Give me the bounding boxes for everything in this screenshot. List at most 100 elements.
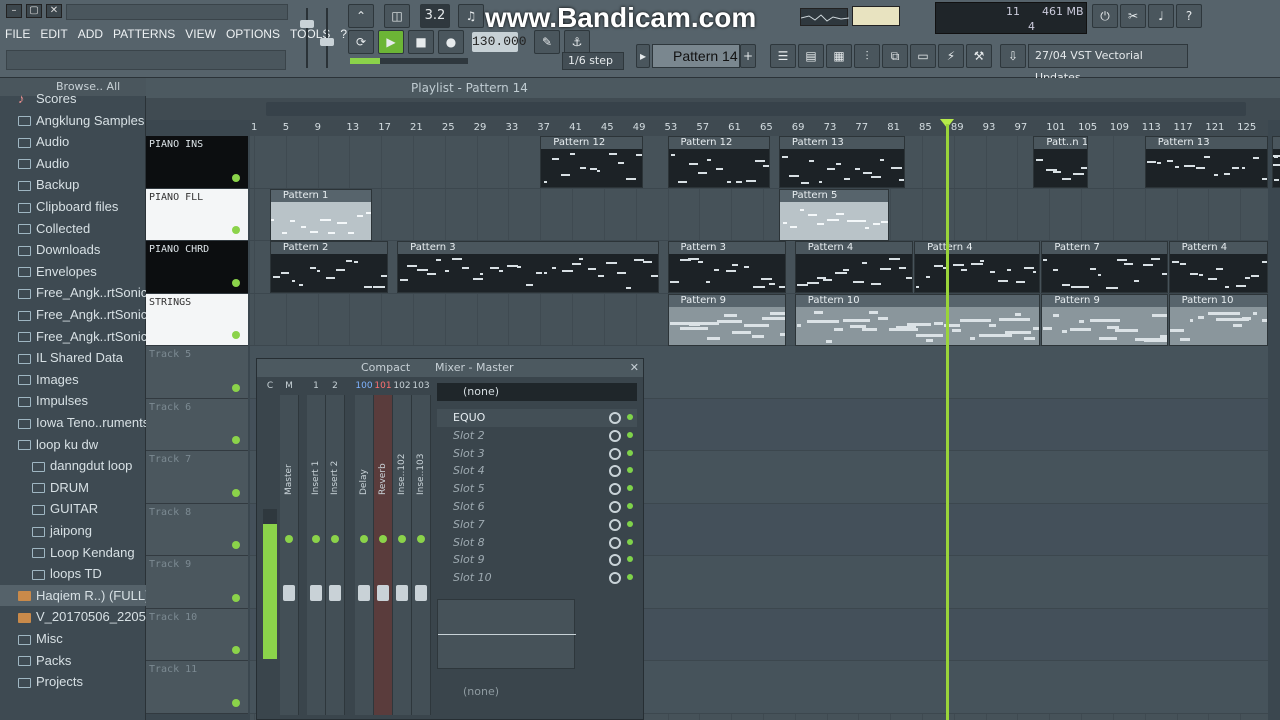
mixer-strip[interactable]: Reverb bbox=[374, 395, 393, 715]
tempo-display[interactable]: 130.000 bbox=[472, 32, 527, 52]
channel-led[interactable] bbox=[398, 535, 406, 543]
master-volume-slider[interactable] bbox=[300, 8, 314, 68]
browser-item[interactable]: Images bbox=[0, 369, 146, 391]
effect-slot[interactable]: Slot 8 bbox=[437, 534, 637, 552]
pattern-clip[interactable]: Pattern 7 bbox=[1041, 241, 1168, 293]
effect-slot[interactable]: Slot 10 bbox=[437, 569, 637, 587]
eq-graph[interactable] bbox=[437, 599, 576, 669]
volume-fader[interactable] bbox=[283, 585, 295, 601]
pattern-clip[interactable]: Pattern 4 bbox=[794, 241, 914, 293]
effect-slot[interactable]: Slot 7 bbox=[437, 516, 637, 534]
cut-icon[interactable]: ✂ bbox=[1120, 4, 1146, 28]
pattern-clip[interactable]: Pattern 4 bbox=[1168, 241, 1268, 293]
track-mute-led[interactable] bbox=[232, 593, 240, 602]
browser-item[interactable]: loops TD bbox=[0, 563, 146, 585]
browser-item[interactable]: Angklung Samples bbox=[0, 110, 146, 132]
restore-icon[interactable]: ▢ bbox=[26, 4, 42, 18]
mix-knob-icon[interactable] bbox=[609, 572, 621, 585]
browser-item[interactable]: Free_Angk..rtSonica bbox=[0, 326, 155, 348]
pattern-clip[interactable]: Pattern 12 bbox=[540, 136, 643, 188]
track-header[interactable]: PIANO CHRD bbox=[146, 241, 248, 294]
slot-enable-led[interactable] bbox=[627, 485, 633, 492]
pattern-clip[interactable]: Pattern 4 bbox=[914, 241, 1041, 293]
metronome-icon[interactable]: ⌃ bbox=[348, 4, 374, 28]
volume-fader[interactable] bbox=[396, 585, 408, 601]
slot-enable-led[interactable] bbox=[627, 574, 633, 581]
pattern-clip[interactable]: Pattern 3 bbox=[667, 241, 786, 293]
track-header[interactable]: PIANO INS bbox=[146, 136, 248, 189]
browser-item[interactable]: Projects bbox=[0, 671, 146, 693]
slot-enable-led[interactable] bbox=[627, 467, 633, 474]
browser-icon[interactable]: ▭ bbox=[910, 44, 936, 68]
tools-icon[interactable]: ⚒ bbox=[966, 44, 992, 68]
channel-led[interactable] bbox=[312, 535, 320, 543]
play-button[interactable]: ▶ bbox=[378, 30, 404, 54]
slot-enable-led[interactable] bbox=[627, 538, 633, 545]
effect-slot[interactable]: Slot 3 bbox=[437, 445, 637, 463]
pattern-clip[interactable]: Pattern 5 bbox=[778, 188, 890, 241]
slot-enable-led[interactable] bbox=[627, 414, 633, 420]
browser-item[interactable]: Iowa Teno..ruments bbox=[0, 412, 149, 434]
time-display[interactable]: 3.2 bbox=[420, 4, 450, 28]
pattern-arrow-icon[interactable]: ▸ bbox=[636, 44, 650, 68]
mix-knob-icon[interactable] bbox=[609, 536, 621, 549]
mix-knob-icon[interactable] bbox=[609, 465, 621, 478]
browser-item[interactable]: Haqiem R..) (FULL) bbox=[0, 584, 149, 607]
track-header[interactable]: Track 8 bbox=[146, 503, 248, 556]
pattern-clip[interactable]: Pattern 13 bbox=[1144, 136, 1268, 188]
master-pitch-slider[interactable] bbox=[320, 8, 334, 68]
effect-slot[interactable]: Slot 5 bbox=[437, 480, 637, 498]
close-icon[interactable]: ✕ bbox=[630, 359, 639, 377]
browser-item[interactable]: Free_Angk..rtSonica bbox=[0, 304, 155, 326]
browser-item[interactable]: jaipong bbox=[0, 520, 146, 542]
mixer-strip[interactable]: Insert 2 bbox=[326, 395, 345, 715]
mixer-strip[interactable]: Insert 1 bbox=[307, 395, 326, 715]
pattern-clip[interactable]: Patt..n 14 bbox=[1033, 136, 1089, 188]
mix-knob-icon[interactable] bbox=[609, 501, 621, 513]
volume-fader[interactable] bbox=[329, 585, 341, 601]
track-mute-led[interactable] bbox=[232, 226, 240, 234]
track-mute-led[interactable] bbox=[232, 173, 240, 182]
help-icon[interactable]: ? bbox=[1176, 4, 1202, 28]
volume-fader[interactable] bbox=[310, 585, 322, 601]
menu-item[interactable]: PATTERNS bbox=[108, 24, 180, 44]
browser-item[interactable]: loop ku dw bbox=[0, 434, 146, 456]
song-position-bar[interactable] bbox=[350, 58, 468, 64]
pattern-clip[interactable]: Pattern 1 bbox=[269, 188, 373, 241]
bar-ruler[interactable]: 1 5 9 13 17 21 25 29 33 37 41 45 49 53 57 61 65 69 73 77 81 8… bbox=[250, 120, 1268, 136]
loop-mode-icon[interactable]: ⟳ bbox=[348, 30, 374, 54]
mix-knob-icon[interactable] bbox=[609, 554, 621, 567]
browser-item[interactable]: Audio bbox=[0, 153, 146, 175]
preset-selector[interactable]: (none) bbox=[437, 383, 637, 401]
browser-item[interactable]: Packs bbox=[0, 650, 146, 672]
pattern-clip[interactable]: Pattern 2 bbox=[269, 241, 389, 293]
mixer-strip[interactable]: Delay bbox=[355, 395, 374, 715]
mixer-strip[interactable]: Inse..103 bbox=[412, 395, 431, 715]
blend-notes-icon[interactable]: ♫ bbox=[458, 4, 484, 28]
menu-item[interactable]: OPTIONS bbox=[221, 24, 285, 44]
track-mute-led[interactable] bbox=[232, 488, 240, 497]
browser-item[interactable]: ♪ Scores bbox=[0, 88, 146, 110]
mix-knob-icon[interactable] bbox=[609, 518, 621, 531]
browser-item[interactable]: Clipboard files bbox=[0, 196, 146, 218]
track-header[interactable]: Track 9 bbox=[146, 556, 248, 609]
volume-fader[interactable] bbox=[415, 585, 427, 601]
volume-fader[interactable] bbox=[377, 585, 389, 601]
pattern-clip[interactable]: Pattern 13 bbox=[778, 136, 906, 188]
browser-item[interactable]: Impulses bbox=[0, 390, 146, 412]
step-sequencer-icon[interactable]: ▦ bbox=[826, 44, 852, 68]
mixer-mode[interactable]: Compact bbox=[361, 359, 410, 377]
pattern-clip[interactable]: Pattern 9 bbox=[667, 293, 786, 346]
menu-item[interactable]: ADD bbox=[73, 24, 108, 44]
piano-roll-icon[interactable]: ▤ bbox=[798, 44, 824, 68]
menu-item[interactable]: EDIT bbox=[35, 24, 72, 44]
browser-item[interactable]: Backup bbox=[0, 174, 146, 196]
link-icon[interactable]: ⚓ bbox=[564, 30, 590, 54]
mix-knob-icon[interactable] bbox=[609, 412, 621, 424]
news-ticker[interactable]: 27/04 VST Vectorial Updates bbox=[1028, 44, 1188, 84]
browser-item[interactable]: DRUM bbox=[0, 477, 146, 499]
plugin-icon[interactable]: ⚡ bbox=[938, 44, 964, 68]
mic-icon[interactable]: ♩ bbox=[1148, 4, 1174, 28]
pattern-clip[interactable]: Pattern 13 bbox=[1271, 136, 1280, 188]
mixer-strip[interactable]: Master bbox=[280, 395, 299, 715]
